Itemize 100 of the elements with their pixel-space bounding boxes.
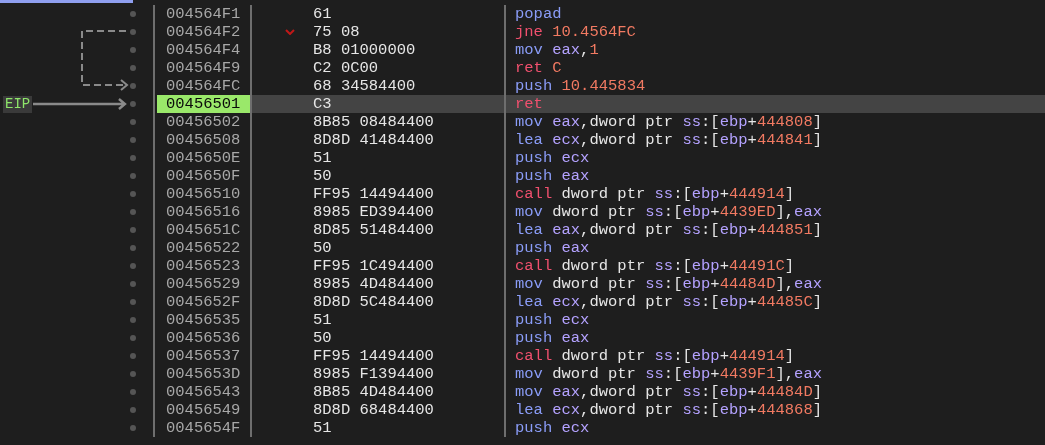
instruction-text: mov dword ptr ss:[ebp+4439F1],eax <box>515 365 822 383</box>
dot-icon[interactable] <box>130 407 136 413</box>
instruction-text: popad <box>515 5 563 23</box>
address-text: 00456502 <box>165 113 242 131</box>
code-row[interactable]: 00456537 FF95 14494400 call dword ptr ss:[ebp+444914] <box>0 347 1045 365</box>
instruction-text: call dword ptr ss:[ebp+44491C] <box>515 257 795 275</box>
code-row[interactable]: 00456535 51 push ecx <box>0 311 1045 329</box>
instruction-text: lea ecx,dword ptr ss:[ebp+444868] <box>515 401 822 419</box>
code-row[interactable]: 004564F4 B8 01000000 mov eax,1 <box>0 41 1045 59</box>
bytes-text: FF95 14494400 <box>313 185 434 203</box>
dot-icon[interactable] <box>130 389 136 395</box>
bytes-text: 51 <box>313 149 332 167</box>
bytes-text: 50 <box>313 167 332 185</box>
address-text: 004564F2 <box>165 23 242 41</box>
dot-icon[interactable] <box>130 317 136 323</box>
dot-icon[interactable] <box>130 353 136 359</box>
address-text: 0045652F <box>165 293 242 311</box>
dot-icon[interactable] <box>130 299 136 305</box>
code-row[interactable]: 00456516 8985 ED394400 mov dword ptr ss:[ebp+4439ED],eax <box>0 203 1045 221</box>
address-text: 00456536 <box>165 329 242 347</box>
bytes-text: 75 08 <box>313 23 360 41</box>
code-row[interactable]: 00456510 FF95 14494400 call dword ptr ss:[ebp+444914] <box>0 185 1045 203</box>
dashed-arrow-icon <box>78 27 130 91</box>
instruction-text: lea eax,dword ptr ss:[ebp+444851] <box>515 221 822 239</box>
code-row[interactable]: 00456529 8985 4D484400 mov dword ptr ss:[ebp+44484D],eax <box>0 275 1045 293</box>
bytes-text: 61 <box>313 5 332 23</box>
bytes-text: 8D8D 41484400 <box>313 131 434 149</box>
address-text: 00456508 <box>165 131 242 149</box>
dot-icon[interactable] <box>130 425 136 431</box>
code-row[interactable]: 0045651C 8D85 51484400 lea eax,dword ptr ss:[ebp+444851] <box>0 221 1045 239</box>
bytes-text: FF95 14494400 <box>313 347 434 365</box>
bytes-text: C3 <box>313 95 332 113</box>
address-text: 00456501 <box>157 95 250 113</box>
dot-icon[interactable] <box>130 281 136 287</box>
dot-icon[interactable] <box>130 371 136 377</box>
dot-icon[interactable] <box>130 29 136 35</box>
code-row[interactable]: 00456502 8B85 08484400 mov eax,dword ptr ss:[ebp+444808] <box>0 113 1045 131</box>
instruction-text: mov eax,dword ptr ss:[ebp+444808] <box>515 113 822 131</box>
code-row[interactable]: 00456536 50 push eax <box>0 329 1045 347</box>
instruction-text: jne 10.4564FC <box>515 23 636 41</box>
code-row[interactable]: 0045650F 50 push eax <box>0 167 1045 185</box>
dot-icon[interactable] <box>130 47 136 53</box>
address-text: 004564FC <box>165 77 242 95</box>
dot-icon[interactable] <box>130 155 136 161</box>
address-text: 00456543 <box>165 383 242 401</box>
dot-icon[interactable] <box>130 173 136 179</box>
bytes-text: 51 <box>313 311 332 329</box>
bytes-text: 68 34584400 <box>313 77 416 95</box>
bytes-text: 8D8D 5C484400 <box>313 293 434 311</box>
eip-label: EIP <box>3 95 33 113</box>
code-row[interactable]: 00456543 8B85 4D484400 mov eax,dword ptr ss:[ebp+44484D] <box>0 383 1045 401</box>
bytes-text: 8985 ED394400 <box>313 203 434 221</box>
code-row[interactable]: 0045653D 8985 F1394400 mov dword ptr ss:[ebp+4439F1],eax <box>0 365 1045 383</box>
dot-icon[interactable] <box>130 209 136 215</box>
code-row[interactable]: 00456523 FF95 1C494400 call dword ptr ss:[ebp+44491C] <box>0 257 1045 275</box>
code-row[interactable]: 0045650E 51 push ecx <box>0 149 1045 167</box>
dot-icon[interactable] <box>130 263 136 269</box>
code-row[interactable]: 0045652F 8D8D 5C484400 lea ecx,dword ptr ss:[ebp+44485C] <box>0 293 1045 311</box>
dot-icon[interactable] <box>130 191 136 197</box>
bytes-text: 8D8D 68484400 <box>313 401 434 419</box>
bytes-text: FF95 1C494400 <box>313 257 434 275</box>
dot-icon[interactable] <box>130 119 136 125</box>
instruction-text: push 10.445834 <box>515 77 646 95</box>
address-text: 00456535 <box>165 311 242 329</box>
address-text: 0045650E <box>165 149 242 167</box>
code-row[interactable]: 0045654F 51 push ecx <box>0 419 1045 437</box>
dot-icon[interactable] <box>130 335 136 341</box>
instruction-text: mov eax,dword ptr ss:[ebp+44484D] <box>515 383 822 401</box>
bytes-text: 8B85 08484400 <box>313 113 434 131</box>
dot-icon[interactable] <box>130 101 136 107</box>
dot-icon[interactable] <box>130 65 136 71</box>
address-text: 004564F9 <box>165 59 242 77</box>
address-text: 004564F4 <box>165 41 242 59</box>
address-text: 00456522 <box>165 239 242 257</box>
bytes-text: 8985 4D484400 <box>313 275 434 293</box>
instruction-text: mov dword ptr ss:[ebp+44484D],eax <box>515 275 822 293</box>
code-row[interactable]: 004564F9 C2 0C00 ret C <box>0 59 1045 77</box>
code-row[interactable]: 004564F2 75 08 jne 10.4564FC <box>0 23 1045 41</box>
address-text: 0045650F <box>165 167 242 185</box>
code-row[interactable]: EIP 00456501 C3 ret <box>0 95 1045 113</box>
address-text: 0045654F <box>165 419 242 437</box>
code-row[interactable]: 00456508 8D8D 41484400 lea ecx,dword ptr ss:[ebp+444841] <box>0 131 1045 149</box>
bytes-text: 50 <box>313 239 332 257</box>
code-row[interactable]: 004564F1 61 popad <box>0 5 1045 23</box>
code-row[interactable]: 00456522 50 push eax <box>0 239 1045 257</box>
address-text: 0045653D <box>165 365 242 383</box>
dot-icon[interactable] <box>130 245 136 251</box>
code-row[interactable]: 00456549 8D8D 68484400 lea ecx,dword ptr ss:[ebp+444868] <box>0 401 1045 419</box>
address-text: 00456516 <box>165 203 242 221</box>
address-text: 004564F1 <box>165 5 242 23</box>
address-text: 00456549 <box>165 401 242 419</box>
instruction-text: push eax <box>515 167 590 185</box>
dot-icon[interactable] <box>130 227 136 233</box>
dot-icon[interactable] <box>130 83 136 89</box>
dot-icon[interactable] <box>130 137 136 143</box>
dot-icon[interactable] <box>130 11 136 17</box>
instruction-text: push eax <box>515 239 590 257</box>
instruction-text: call dword ptr ss:[ebp+444914] <box>515 185 795 203</box>
arrow-right-icon <box>33 98 129 110</box>
instruction-text: push eax <box>515 329 590 347</box>
